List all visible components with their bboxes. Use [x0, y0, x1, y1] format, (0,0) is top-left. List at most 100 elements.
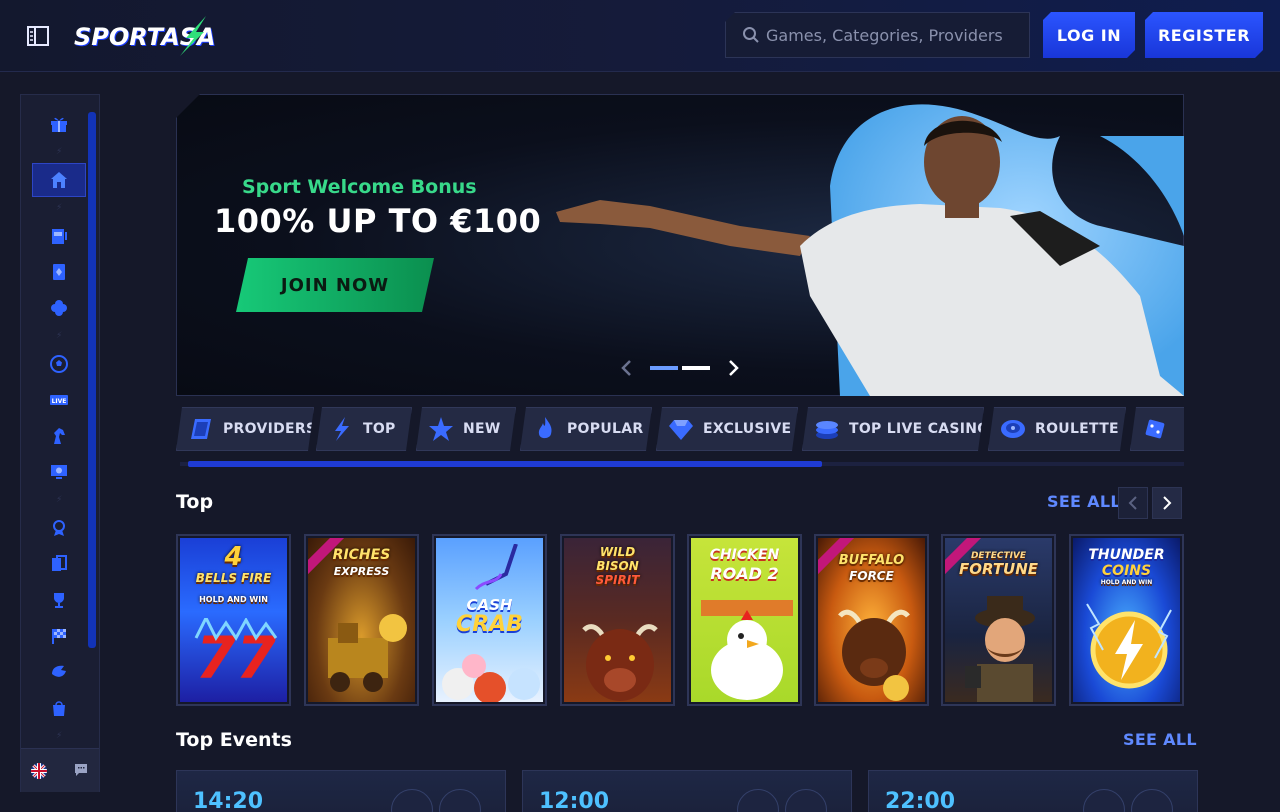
- game-tile[interactable]: WILD BISON SPIRIT: [560, 534, 675, 706]
- event-card[interactable]: 22:00: [868, 770, 1198, 812]
- virtual-sports-icon: [51, 465, 67, 479]
- uk-flag-icon[interactable]: [31, 763, 47, 779]
- sidebar-separator: ⚡: [56, 731, 63, 741]
- game-tile[interactable]: RICHES EXPRESS: [304, 534, 419, 706]
- game-title-line: THUNDER: [1088, 547, 1165, 563]
- banner-player-image: [556, 104, 1184, 396]
- trophy-icon: [54, 593, 64, 608]
- events-see-all-link[interactable]: SEE ALL: [1123, 730, 1197, 749]
- sidebar-item-virtual-sports[interactable]: [32, 455, 86, 489]
- esports-icon: [52, 665, 66, 677]
- sidebar-item-tournaments[interactable]: [32, 511, 86, 545]
- roulette-icon: [999, 415, 1027, 443]
- category-label: PROVIDERS: [223, 421, 317, 437]
- game-art: [328, 614, 407, 692]
- game-title-line: COINS: [1101, 563, 1152, 579]
- sidebar-separator: ⚡: [56, 331, 63, 341]
- event-card[interactable]: 14:20: [176, 770, 506, 812]
- category-scroll-thumb[interactable]: [188, 461, 822, 467]
- card-diamond-icon: [53, 264, 65, 280]
- game-tile[interactable]: 4 BELLS FIRE HOLD AND WIN 77: [176, 534, 291, 706]
- sidebar-item-racing[interactable]: [32, 619, 86, 653]
- search-box[interactable]: [725, 12, 1030, 58]
- register-button[interactable]: REGISTER: [1145, 12, 1263, 58]
- game-art: [582, 624, 658, 701]
- lightning-icon: [327, 415, 355, 443]
- category-exclusive[interactable]: EXCLUSIVE: [656, 407, 798, 451]
- game-art: [474, 544, 518, 591]
- game-title-line: CASH: [466, 596, 513, 614]
- chevron-right-icon: [1163, 496, 1172, 510]
- category-new[interactable]: NEW: [416, 407, 516, 451]
- sidebar-item-table-games[interactable]: [32, 255, 86, 289]
- search-icon: [743, 27, 759, 43]
- game-title-line: FORTUNE: [958, 560, 1039, 578]
- top-next-button[interactable]: [1152, 487, 1182, 519]
- game-art: [442, 654, 540, 702]
- game-title-line: FORCE: [849, 569, 894, 583]
- search-input[interactable]: [766, 13, 1021, 57]
- slide-dot-1[interactable]: [650, 366, 678, 370]
- team-logo: [737, 789, 779, 812]
- join-now-button[interactable]: JOIN NOW: [236, 258, 434, 312]
- site-logo[interactable]: SPORTASA: [74, 14, 216, 58]
- flame-icon: [531, 415, 559, 443]
- category-bar: PROVIDERS TOP NEW POPULAR EXCLUSIVE TOP …: [176, 407, 1184, 451]
- category-top-live-casino[interactable]: TOP LIVE CASINO: [802, 407, 984, 451]
- game-art: [965, 596, 1035, 702]
- sidebar-item-live[interactable]: LIVE: [32, 383, 86, 417]
- event-card[interactable]: 12:00: [522, 770, 852, 812]
- team-logo: [391, 789, 433, 812]
- sidebar-item-promotions[interactable]: [32, 107, 86, 141]
- slide-dot-2[interactable]: [682, 366, 710, 370]
- game-tile[interactable]: BUFFALO FORCE: [814, 534, 929, 706]
- login-button[interactable]: LOG IN: [1043, 12, 1135, 58]
- top-section-title: Top: [176, 491, 214, 513]
- live-badge-icon: LIVE: [50, 395, 68, 405]
- game-art: 77: [194, 618, 278, 692]
- category-providers[interactable]: PROVIDERS: [176, 407, 314, 451]
- svg-text:77: 77: [196, 624, 277, 692]
- sidebar-scrollbar[interactable]: [88, 112, 96, 648]
- chevron-left-icon[interactable]: [618, 358, 634, 378]
- home-icon: [51, 172, 67, 188]
- gift-icon: [51, 117, 67, 132]
- team-logo: [439, 789, 481, 812]
- game-tile[interactable]: CHICKEN ROAD 2: [687, 534, 802, 706]
- category-top[interactable]: TOP: [316, 407, 412, 451]
- top-see-all-link[interactable]: SEE ALL: [1047, 492, 1121, 511]
- top-events-title: Top Events: [176, 729, 292, 751]
- sidebar-item-lucky[interactable]: [32, 291, 86, 325]
- game-tile[interactable]: THUNDER COINS HOLD AND WIN: [1069, 534, 1184, 706]
- svg-text:LIVE: LIVE: [52, 398, 67, 405]
- sidebar-item-sports[interactable]: [32, 347, 86, 381]
- sidebar-item-horse-racing[interactable]: [32, 419, 86, 453]
- game-title-line: 4: [224, 542, 243, 572]
- top-prev-button[interactable]: [1118, 487, 1148, 519]
- game-art: [701, 600, 793, 700]
- sidebar-toggle-icon[interactable]: [26, 24, 50, 48]
- medal-icon: [53, 520, 65, 536]
- game-tile[interactable]: CASH CRAB: [432, 534, 547, 706]
- game-title-line: SPIRIT: [595, 573, 640, 587]
- game-tile[interactable]: DETECTIVE FORTUNE: [941, 534, 1056, 706]
- game-title-line: HOLD AND WIN: [199, 595, 268, 604]
- game-title-line: BISON: [596, 559, 639, 573]
- category-label: TOP LIVE CASINO: [849, 421, 990, 437]
- sidebar-item-slots[interactable]: [32, 219, 86, 253]
- category-label: TOP: [363, 421, 396, 437]
- category-dice[interactable]: [1130, 407, 1184, 451]
- sidebar-item-leaderboard[interactable]: [32, 583, 86, 617]
- sidebar-item-card-games[interactable]: [32, 547, 86, 581]
- shop-icon: [53, 701, 65, 716]
- game-title-line: BELLS FIRE: [195, 571, 272, 585]
- category-popular[interactable]: POPULAR: [520, 407, 652, 451]
- category-label: POPULAR: [567, 421, 644, 437]
- sidebar-item-esports[interactable]: [32, 655, 86, 689]
- game-title-line: CHICKEN: [709, 547, 780, 563]
- chat-icon[interactable]: [73, 762, 89, 778]
- chevron-right-icon[interactable]: [726, 358, 742, 378]
- sidebar-item-home[interactable]: [32, 163, 86, 197]
- category-roulette[interactable]: ROULETTE: [988, 407, 1126, 451]
- sidebar-item-shop[interactable]: [32, 691, 86, 725]
